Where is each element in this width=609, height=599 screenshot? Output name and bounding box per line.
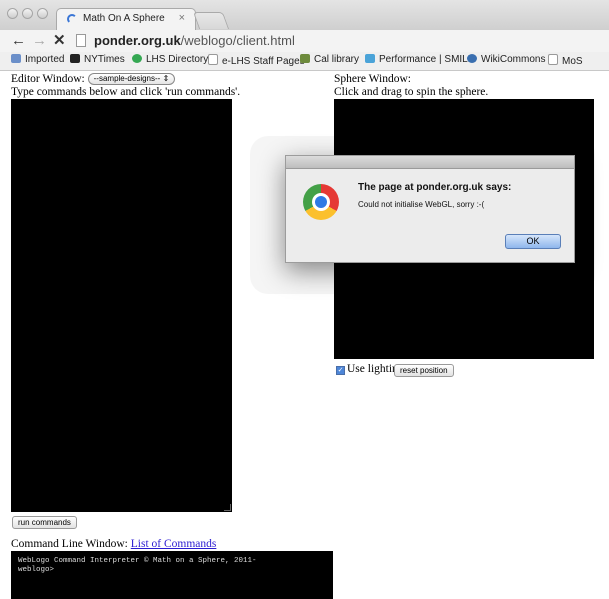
bookmark-label: e-LHS Staff Pages <box>222 56 305 67</box>
bookmarks-bar: Imported NYTimes LHS Directory e-LHS Sta… <box>0 52 609 71</box>
bookmark-label: Cal library <box>314 54 360 65</box>
bookmark-label: Imported <box>25 54 65 65</box>
bookmark-label: LHS Directory <box>146 54 209 65</box>
editor-window-heading: Editor Window: --sample-designs-- ⇕ <box>11 73 176 85</box>
bookmark-performance-smile[interactable]: Performance | SMILE <box>365 54 474 65</box>
bookmark-label: Performance | SMILE <box>379 54 475 65</box>
address-bar[interactable]: ponder.org.uk/weblogo/client.html <box>94 33 295 48</box>
bookmark-label: MoS <box>562 56 583 67</box>
resize-grip-icon[interactable] <box>224 504 231 511</box>
browser-toolbar: ← → ✕ ponder.org.uk/weblogo/client.html <box>0 30 609 52</box>
url-path: /weblogo/client.html <box>180 33 295 48</box>
url-domain: ponder.org.uk <box>94 33 181 48</box>
lhs-icon <box>132 54 142 63</box>
command-line-heading: Command Line Window: List of Commands <box>11 538 216 550</box>
page-icon <box>76 34 86 47</box>
bookmark-imported[interactable]: Imported <box>11 54 64 65</box>
bookmark-e-lhs-staff-pages[interactable]: e-LHS Staff Pages <box>208 54 305 67</box>
cal-library-icon <box>300 54 310 63</box>
stop-loading-icon[interactable]: ✕ <box>53 32 66 50</box>
console-prompt: weblogo> <box>18 566 55 574</box>
command-line-label: Command Line Window: <box>11 538 128 550</box>
dialog-message: Could not initialise WebGL, sorry :-( <box>358 200 485 209</box>
minimize-window-button[interactable] <box>22 8 33 19</box>
window-titlebar: Math On A Sphere × <box>0 0 609 30</box>
select-value: --sample-designs-- <box>93 74 161 83</box>
editor-instruction: Type commands below and click 'run comma… <box>11 86 241 98</box>
tab-close-icon[interactable]: × <box>179 12 185 24</box>
command-line-console[interactable]: WebLogo Command Interpreter © Math on a … <box>11 551 333 599</box>
use-lighting-checkbox[interactable]: ✓ <box>336 366 345 375</box>
editor-textarea[interactable] <box>11 99 232 512</box>
tab-title: Math On A Sphere <box>83 13 165 24</box>
bookmark-wikicommons[interactable]: WikiCommons <box>467 54 545 65</box>
bookmark-lhs-directory[interactable]: LHS Directory <box>132 54 208 65</box>
page-icon <box>548 54 558 65</box>
reset-position-button[interactable]: reset position <box>394 364 454 377</box>
sample-designs-select[interactable]: --sample-designs-- ⇕ <box>87 73 176 85</box>
logo-core <box>315 196 327 208</box>
bookmark-cal-library[interactable]: Cal library <box>300 54 359 65</box>
smile-icon <box>365 54 375 63</box>
bookmark-label: NYTimes <box>84 54 125 65</box>
wikicommons-icon <box>467 54 477 63</box>
sphere-window-label: Sphere Window: <box>334 73 411 85</box>
select-arrow-icon: ⇕ <box>162 74 170 83</box>
loading-spinner-icon <box>67 14 77 24</box>
page-icon <box>208 54 218 65</box>
bookmark-nytimes[interactable]: NYTimes <box>70 54 125 65</box>
zoom-window-button[interactable] <box>37 8 48 19</box>
forward-arrow-icon[interactable]: → <box>32 32 47 50</box>
tab-math-on-a-sphere[interactable]: Math On A Sphere × <box>56 8 196 30</box>
console-banner: WebLogo Command Interpreter © Math on a … <box>18 557 257 565</box>
new-tab-button[interactable] <box>192 12 230 29</box>
editor-label: Editor Window: <box>11 73 85 85</box>
nytimes-icon <box>70 54 80 63</box>
bookmark-label: WikiCommons <box>481 54 546 65</box>
dialog-title: The page at ponder.org.uk says: <box>358 182 512 193</box>
back-arrow-icon[interactable]: ← <box>11 32 26 50</box>
bookmark-mos[interactable]: MoS <box>548 54 583 67</box>
chrome-logo-icon <box>303 184 339 220</box>
run-commands-button[interactable]: run commands <box>12 516 77 529</box>
ok-button[interactable]: OK <box>505 234 561 249</box>
list-of-commands-link[interactable]: List of Commands <box>131 538 217 550</box>
close-window-button[interactable] <box>7 8 18 19</box>
dialog-titlebar <box>286 156 574 169</box>
sphere-instruction: Click and drag to spin the sphere. <box>334 86 489 98</box>
folder-icon <box>11 54 21 63</box>
alert-dialog: The page at ponder.org.uk says: Could no… <box>285 155 575 263</box>
